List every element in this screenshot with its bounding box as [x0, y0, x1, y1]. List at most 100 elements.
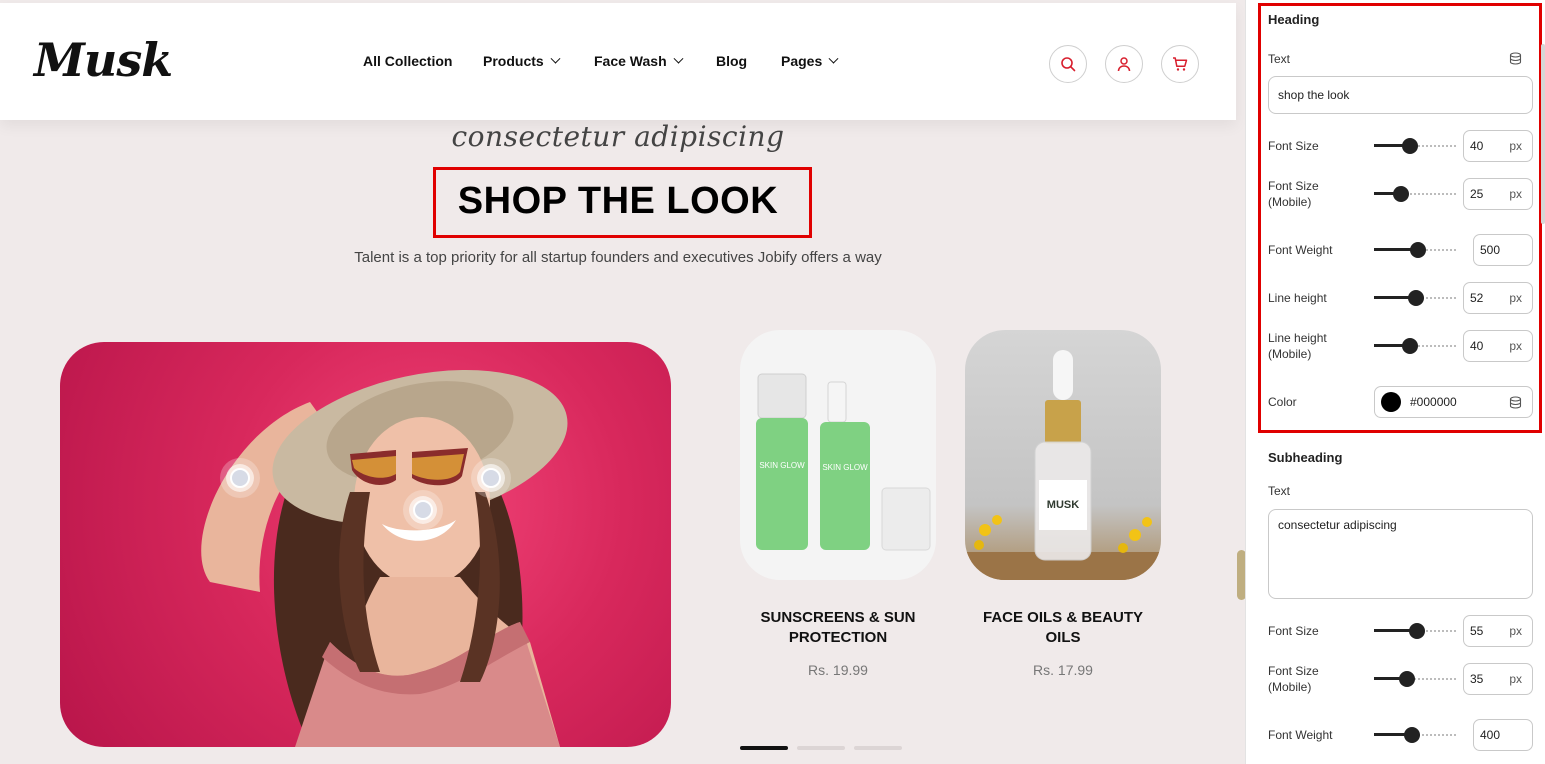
nav-blog[interactable]: Blog [716, 53, 781, 69]
font-size-mobile-input[interactable]: 35 px [1463, 663, 1533, 695]
bottle-label-text: SKIN GLOW [759, 461, 805, 470]
hotspot-1[interactable] [226, 464, 254, 492]
unit-label: px [1509, 339, 1522, 353]
nav-face-wash[interactable]: Face Wash [594, 53, 716, 69]
user-icon [1117, 57, 1131, 72]
font-size-value: 55 [1470, 624, 1484, 638]
search-icon [1061, 57, 1076, 72]
nav-label: Face Wash [594, 53, 667, 69]
line-height-mobile-input[interactable]: 40 px [1463, 330, 1533, 362]
font-size-mobile-value: 25 [1470, 187, 1484, 201]
chevron-down-icon [673, 53, 684, 64]
unit-label: px [1509, 139, 1522, 153]
font-size-mobile-slider[interactable] [1374, 186, 1456, 202]
product-title[interactable]: FACE OILS & BEAUTY OILS [965, 608, 1161, 648]
product-image[interactable]: MUSK [965, 330, 1161, 580]
color-swatch[interactable] [1381, 392, 1401, 412]
line-height-label: Line height [1268, 291, 1327, 305]
nav-products[interactable]: Products [483, 53, 594, 69]
color-picker[interactable]: #000000 [1374, 386, 1533, 418]
font-weight-slider[interactable] [1374, 727, 1456, 743]
hotspot-2[interactable] [409, 496, 437, 524]
account-button[interactable] [1105, 45, 1143, 83]
font-size-mobile-input[interactable]: 25 px [1463, 178, 1533, 210]
heading-text-input[interactable]: shop the look [1268, 76, 1533, 114]
nav-label: Products [483, 53, 544, 69]
product-price: Rs. 19.99 [808, 662, 868, 678]
line-height-slider[interactable] [1374, 290, 1456, 306]
section-subheading: consectetur adipiscing [451, 120, 785, 153]
heading-group-title: Heading [1268, 12, 1320, 27]
subheading-text-label: Text [1268, 484, 1291, 498]
selected-element-outline [433, 167, 812, 238]
font-weight-label: Font Weight [1268, 243, 1333, 257]
bottle-label-text: MUSK [1047, 499, 1079, 511]
carousel-dot[interactable] [740, 746, 788, 750]
woman-portrait-illustration [201, 369, 568, 747]
site-logo[interactable]: Musk [34, 33, 173, 87]
sunscreen-bottles-illustration: SKIN GLOW SKIN GLOW [756, 373, 931, 551]
font-size-mobile-label: Font Size (Mobile) [1268, 664, 1319, 694]
nav-label: All Collection [363, 53, 453, 69]
line-height-input[interactable]: 52 px [1463, 282, 1533, 314]
font-weight-value: 500 [1480, 243, 1501, 257]
line-height-mobile-label: Line height (Mobile) [1268, 331, 1327, 361]
line-height-mobile-slider[interactable] [1374, 338, 1456, 354]
subheading-text-input[interactable]: consectetur adipiscing [1268, 509, 1533, 599]
chevron-down-icon [550, 53, 561, 64]
lookbook-image [60, 342, 671, 747]
line-height-mobile-value: 40 [1470, 339, 1484, 353]
font-size-slider[interactable] [1374, 623, 1456, 639]
settings-panel [1256, 0, 1545, 764]
font-size-label: Font Size [1268, 624, 1319, 638]
font-size-label: Font Size [1268, 139, 1319, 153]
font-size-input[interactable]: 40 px [1463, 130, 1533, 162]
font-size-mobile-slider[interactable] [1374, 671, 1456, 687]
product-image[interactable]: SKIN GLOW SKIN GLOW [740, 330, 936, 580]
nav-pages[interactable]: Pages [781, 53, 851, 69]
search-button[interactable] [1049, 45, 1087, 83]
carousel-pagination [740, 746, 902, 750]
cart-icon [1173, 57, 1188, 71]
font-weight-input[interactable]: 400 [1473, 719, 1533, 751]
font-weight-slider[interactable] [1374, 242, 1456, 258]
unit-label: px [1509, 672, 1522, 686]
font-size-input[interactable]: 55 px [1463, 615, 1533, 647]
unit-label: px [1509, 624, 1522, 638]
site-header: Musk All Collection Products Face Wash B… [0, 3, 1236, 120]
database-icon[interactable] [1509, 396, 1522, 409]
color-value: #000000 [1410, 395, 1457, 409]
header-actions [1049, 45, 1199, 83]
font-weight-value: 400 [1480, 728, 1501, 742]
panel-scrollbar[interactable] [1541, 44, 1545, 224]
product-price: Rs. 17.99 [1033, 662, 1093, 678]
font-size-value: 40 [1470, 139, 1484, 153]
color-label: Color [1268, 395, 1297, 409]
main-nav: All Collection Products Face Wash Blog P… [363, 53, 851, 69]
chevron-down-icon [828, 53, 839, 64]
bottle-label-text: SKIN GLOW [822, 463, 868, 472]
font-size-mobile-value: 35 [1470, 672, 1484, 686]
subheading-group-title: Subheading [1268, 450, 1343, 465]
cart-button[interactable] [1161, 45, 1199, 83]
font-weight-input[interactable]: 500 [1473, 234, 1533, 266]
product-card[interactable]: SKIN GLOW SKIN GLOW SUNSCREENS & SUN PRO… [740, 330, 936, 678]
line-height-value: 52 [1470, 291, 1484, 305]
product-title[interactable]: SUNSCREENS & SUN PROTECTION [740, 608, 936, 648]
section-description: Talent is a top priority for all startup… [354, 249, 882, 266]
nav-label: Pages [781, 53, 823, 69]
heading-text-label: Text [1268, 52, 1291, 66]
font-size-mobile-label: Font Size (Mobile) [1268, 179, 1319, 209]
font-size-slider[interactable] [1374, 138, 1456, 154]
database-icon[interactable] [1509, 52, 1522, 65]
product-card[interactable]: MUSK FACE OILS & BEAUTY OILS Rs. 17.99 [965, 330, 1161, 678]
preview-scrollbar[interactable] [1237, 550, 1245, 600]
font-weight-label: Font Weight [1268, 728, 1333, 742]
hotspot-3[interactable] [477, 464, 505, 492]
carousel-dot[interactable] [854, 746, 902, 750]
face-oil-bottle-illustration: MUSK [965, 350, 1161, 580]
carousel-dot[interactable] [797, 746, 845, 750]
nav-label: Blog [716, 53, 748, 69]
unit-label: px [1509, 187, 1522, 201]
nav-all-collection[interactable]: All Collection [363, 53, 483, 69]
